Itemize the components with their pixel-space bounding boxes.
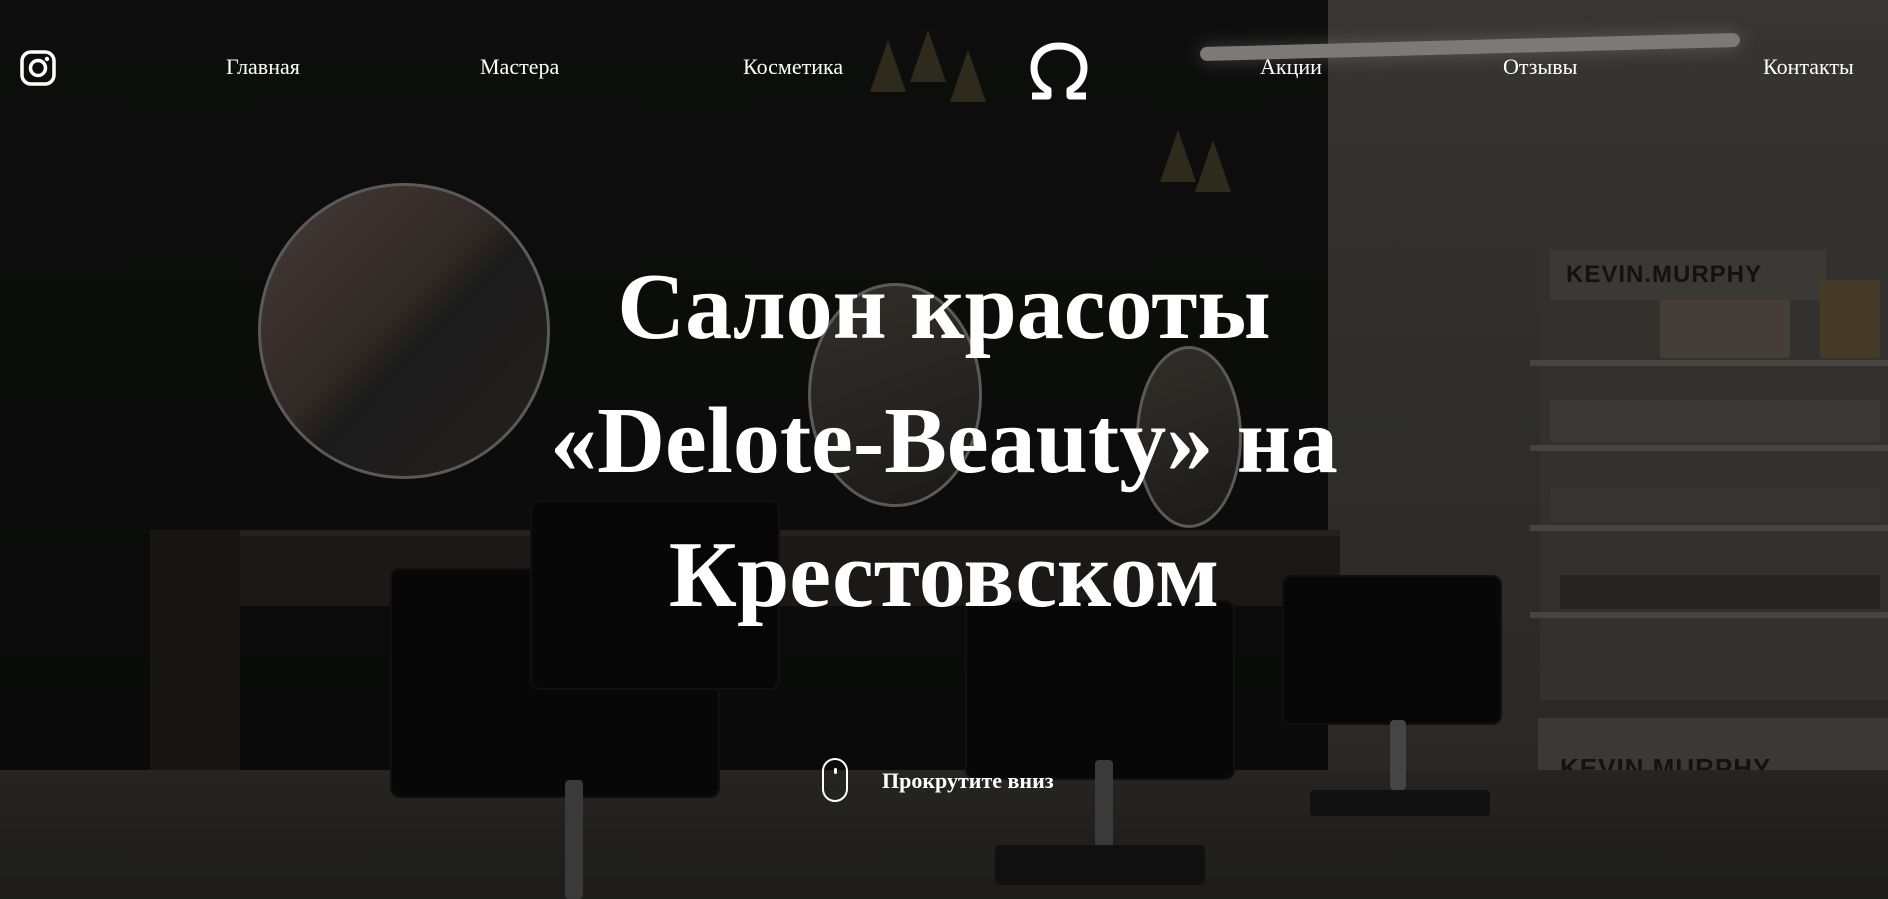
nav-link-reviews[interactable]: Отзывы [1503,52,1577,82]
omega-logo-icon[interactable] [1026,40,1092,104]
hero-title-line: Крестовском [668,523,1220,627]
nav-link-masters[interactable]: Мастера [480,52,559,82]
page: KEVIN.MURPHY KEVIN.MURPHY Главная Мастер… [0,0,1888,899]
instagram-icon[interactable] [20,50,56,86]
hero-title-line: «Delote-Beauty» на [550,389,1338,493]
hero-title: Салон красоты «Delote-Beauty» на Крестов… [344,240,1544,642]
nav-link-cosmetics[interactable]: Косметика [743,52,843,82]
nav-link-home[interactable]: Главная [226,52,300,82]
mouse-scroll-icon [822,758,848,802]
scroll-down-label: Прокрутите вниз [882,768,1054,793]
hero-title-line: Салон красоты [617,255,1271,359]
nav-link-contacts[interactable]: Контакты [1763,52,1854,82]
nav-link-promotions[interactable]: Акции [1260,52,1322,82]
site-header: Главная Мастера Косметика Акции Отзывы К… [0,40,1888,102]
